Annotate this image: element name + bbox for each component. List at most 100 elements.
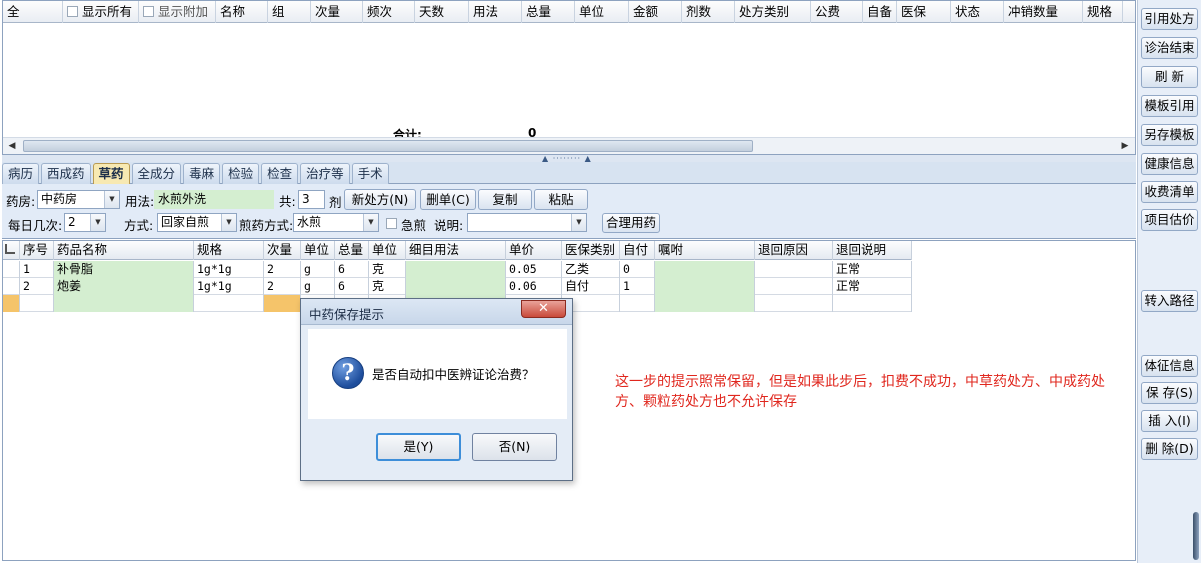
cell-spec[interactable]: 1g*1g bbox=[194, 261, 264, 278]
vital-signs-button[interactable]: 体征信息 bbox=[1141, 355, 1198, 377]
table-row[interactable]: 1 补骨脂 1g*1g 2 g 6 克 0.05 乙类 0 正常 bbox=[3, 261, 912, 278]
tab-surgery[interactable]: 手术 bbox=[351, 163, 389, 184]
vertical-scroll-thumb[interactable] bbox=[1193, 512, 1199, 560]
cell-seq[interactable]: 1 bbox=[20, 261, 54, 278]
cell-unit-price[interactable]: 0.05 bbox=[506, 261, 562, 278]
cell-seq[interactable] bbox=[20, 295, 54, 312]
col-public-fee[interactable]: 公费 bbox=[811, 1, 863, 23]
col-select-all[interactable]: 全 bbox=[3, 1, 63, 23]
col-item-usage[interactable]: 细目用法 bbox=[406, 241, 506, 260]
checkbox-icon[interactable] bbox=[67, 6, 78, 17]
col-instruction[interactable]: 嘱咐 bbox=[655, 241, 755, 260]
col-status[interactable]: 状态 bbox=[951, 1, 1004, 23]
finish-consultation-button[interactable]: 诊治结束 bbox=[1141, 37, 1198, 59]
select-all-corner-icon[interactable] bbox=[3, 241, 20, 260]
col-rx-type[interactable]: 处方类别 bbox=[735, 1, 811, 23]
col-drug-name[interactable]: 药品名称 bbox=[54, 241, 194, 260]
refresh-button[interactable]: 刷 新 bbox=[1141, 66, 1198, 88]
col-unit-price[interactable]: 单价 bbox=[506, 241, 562, 260]
paste-button[interactable]: 粘贴 bbox=[534, 189, 588, 210]
cell-self-pay[interactable]: 1 bbox=[620, 278, 655, 295]
insert-button[interactable]: 插 入(I) bbox=[1141, 410, 1198, 432]
health-info-button[interactable]: 健康信息 bbox=[1141, 153, 1198, 175]
col-name[interactable]: 名称 bbox=[216, 1, 268, 23]
checkbox-icon[interactable] bbox=[143, 6, 154, 17]
chevron-down-icon[interactable]: ▼ bbox=[363, 214, 378, 231]
show-extra-checkbox[interactable]: 显示附加 bbox=[139, 1, 216, 23]
tab-medical-record[interactable]: 病历 bbox=[2, 163, 40, 184]
cell-instruction[interactable] bbox=[655, 278, 755, 295]
panel-splitter[interactable]: ▲ ········ ▲ bbox=[2, 155, 1136, 163]
chevron-down-icon[interactable]: ▼ bbox=[104, 191, 119, 208]
decoct-method-select[interactable]: 水煎 ▼ bbox=[293, 213, 379, 232]
new-prescription-button[interactable]: 新处方(N) bbox=[344, 189, 416, 210]
cell-total-unit[interactable]: 克 bbox=[369, 261, 406, 278]
tab-lab-test[interactable]: 检验 bbox=[222, 163, 260, 184]
col-return-reason[interactable]: 退回原因 bbox=[755, 241, 833, 260]
cell-seq[interactable]: 2 bbox=[20, 278, 54, 295]
horizontal-scrollbar[interactable]: ◀ ▶ bbox=[3, 137, 1135, 154]
tab-examination[interactable]: 检查 bbox=[261, 163, 299, 184]
cell-self-pay[interactable]: 0 bbox=[620, 261, 655, 278]
no-button[interactable]: 否(N) bbox=[472, 433, 557, 461]
cell-dose-unit[interactable]: g bbox=[301, 278, 335, 295]
delete-prescription-button[interactable]: 删单(C) bbox=[420, 189, 476, 210]
scroll-right-icon[interactable]: ▶ bbox=[1119, 140, 1131, 152]
item-estimate-button[interactable]: 项目估价 bbox=[1141, 209, 1198, 231]
usage-field[interactable]: 水煎外洗 bbox=[154, 190, 274, 209]
col-dose-unit[interactable]: 单位 bbox=[301, 241, 335, 260]
tab-treatment[interactable]: 治疗等 bbox=[300, 163, 350, 184]
total-doses-input[interactable]: 3 bbox=[298, 190, 325, 209]
col-total[interactable]: 总量 bbox=[522, 1, 575, 23]
cell-drug-name[interactable]: 炮姜 bbox=[54, 278, 194, 295]
cell-spec[interactable] bbox=[194, 295, 264, 312]
show-all-checkbox[interactable]: 显示所有 bbox=[63, 1, 139, 23]
close-icon[interactable]: ✕ bbox=[521, 300, 566, 318]
cell-dose[interactable] bbox=[264, 295, 301, 312]
col-spec[interactable]: 规格 bbox=[1083, 1, 1123, 23]
cell-return-note[interactable]: 正常 bbox=[833, 278, 912, 295]
cell-drug-name[interactable] bbox=[54, 295, 194, 312]
save-button[interactable]: 保 存(S) bbox=[1141, 382, 1198, 404]
cell-instruction[interactable] bbox=[655, 261, 755, 278]
cell-unit-price[interactable]: 0.06 bbox=[506, 278, 562, 295]
note-select[interactable]: ▼ bbox=[467, 213, 587, 232]
daily-times-select[interactable]: 2 ▼ bbox=[64, 213, 106, 232]
cell-dose-unit[interactable]: g bbox=[301, 261, 335, 278]
cell-return-note[interactable]: 正常 bbox=[833, 261, 912, 278]
scroll-left-icon[interactable]: ◀ bbox=[6, 140, 18, 152]
template-cite-button[interactable]: 模板引用 bbox=[1141, 95, 1198, 117]
chevron-down-icon[interactable]: ▼ bbox=[571, 214, 586, 231]
dialog-title-bar[interactable]: 中药保存提示 ✕ bbox=[301, 299, 572, 325]
cell-dose[interactable]: 2 bbox=[264, 278, 301, 295]
cell-drug-name[interactable]: 补骨脂 bbox=[54, 261, 194, 278]
tab-full-ingredient[interactable]: 全成分 bbox=[131, 163, 182, 184]
cell-return-reason[interactable] bbox=[755, 278, 833, 295]
cell-total[interactable]: 6 bbox=[335, 278, 369, 295]
cell-return-reason[interactable] bbox=[755, 261, 833, 278]
col-self-pay[interactable]: 自付 bbox=[620, 241, 655, 260]
urgent-checkbox[interactable] bbox=[386, 218, 397, 229]
save-as-template-button[interactable]: 另存模板 bbox=[1141, 124, 1198, 146]
pharmacy-select[interactable]: 中药房 ▼ bbox=[37, 190, 120, 209]
cell-instruction[interactable] bbox=[655, 295, 755, 312]
cell-item-usage[interactable] bbox=[406, 261, 506, 278]
col-total[interactable]: 总量 bbox=[335, 241, 369, 260]
transfer-pathway-button[interactable]: 转入路径 bbox=[1141, 290, 1198, 312]
tab-western-medicine[interactable]: 西成药 bbox=[41, 163, 91, 184]
col-amount[interactable]: 金额 bbox=[629, 1, 682, 23]
chevron-down-icon[interactable]: ▼ bbox=[90, 214, 105, 231]
col-seq[interactable]: 序号 bbox=[20, 241, 54, 260]
cell-self-pay[interactable] bbox=[620, 295, 655, 312]
delete-button[interactable]: 删 除(D) bbox=[1141, 438, 1198, 460]
col-insurance-type[interactable]: 医保类别 bbox=[562, 241, 620, 260]
cell-spec[interactable]: 1g*1g bbox=[194, 278, 264, 295]
col-dose[interactable]: 次量 bbox=[264, 241, 301, 260]
col-return-note[interactable]: 退回说明 bbox=[833, 241, 912, 260]
yes-button[interactable]: 是(Y) bbox=[376, 433, 461, 461]
scroll-thumb[interactable] bbox=[23, 140, 753, 152]
tab-herbal-medicine[interactable]: 草药 bbox=[92, 163, 130, 184]
col-usage[interactable]: 用法 bbox=[469, 1, 522, 23]
copy-button[interactable]: 复制 bbox=[478, 189, 532, 210]
rational-drug-button[interactable]: 合理用药 bbox=[602, 213, 660, 233]
